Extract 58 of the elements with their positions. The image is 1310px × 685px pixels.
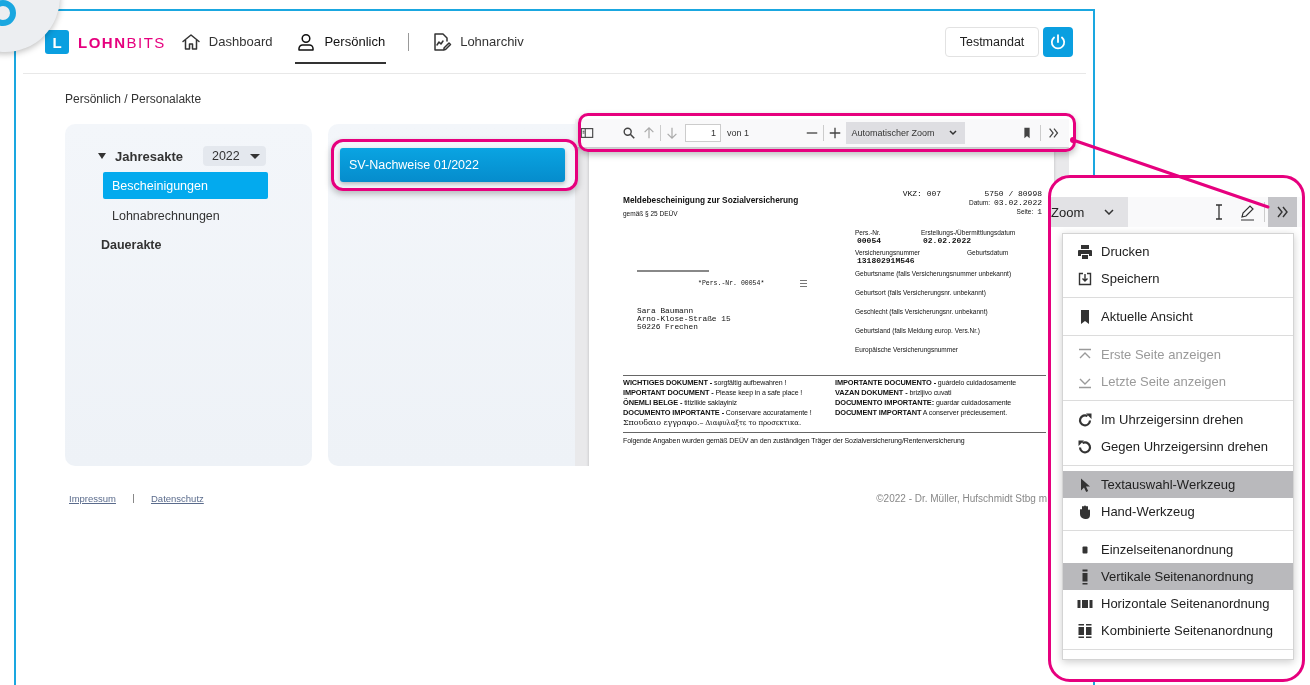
document-pen-icon — [432, 31, 453, 52]
menu-item[interactable]: Drucken — [1063, 238, 1293, 265]
breadcrumb: Persönlich / Personalakte — [65, 92, 203, 108]
page-count: von 1 — [727, 128, 750, 138]
caret-icon — [948, 130, 957, 136]
more-tools-button[interactable] — [1268, 197, 1297, 227]
nav-tab[interactable]: Dashboard — [179, 20, 274, 64]
caret-icon[interactable] — [97, 151, 107, 161]
search-icon[interactable] — [622, 126, 636, 140]
caret-icon — [249, 152, 260, 160]
menu-item[interactable]: Horizontale Seitenanordnung — [1063, 590, 1293, 617]
year-select[interactable]: 2022 — [202, 146, 266, 166]
menu-item[interactable]: Hand-Werkzeug — [1063, 498, 1293, 525]
field-value: 00054 — [856, 236, 882, 245]
menu-item[interactable]: Speichern — [1063, 265, 1293, 292]
menu-item[interactable]: Aktuelle Ansicht — [1063, 303, 1293, 330]
rotate-counterclockwise-icon — [1077, 438, 1093, 455]
sidebar-toggle-icon[interactable] — [580, 126, 594, 140]
user-icon — [296, 31, 317, 52]
nav-tab[interactable]: Lohnarchiv — [431, 20, 525, 64]
rotate-clockwise-icon — [1077, 411, 1093, 428]
zoom-select[interactable]: Automatischer Zoom — [845, 122, 965, 144]
printer-icon — [1077, 243, 1093, 260]
document-title: Meldebescheinigung zur Sozialversicherung — [623, 195, 799, 205]
power-icon — [1049, 33, 1067, 51]
menu-item[interactable]: Textauswahl-Werkzeug — [1063, 471, 1293, 498]
date-value: 03.02.2022 — [994, 199, 1042, 207]
plus-icon[interactable] — [827, 126, 842, 140]
zoom-select[interactable]: Zoom — [1051, 197, 1128, 227]
menu-item[interactable]: Im Uhrzeigersinn drehen — [1063, 406, 1293, 433]
menu-item[interactable]: Vertikale Seitenanordnung — [1063, 563, 1293, 590]
pen-icon[interactable] — [1239, 203, 1256, 221]
menu-item[interactable]: Einzelseitenanordnung — [1063, 536, 1293, 563]
menu-item[interactable]: Gegen Uhrzeigersinn drehen — [1063, 433, 1293, 460]
field-value: 13180291M546 — [857, 256, 915, 265]
reference-number: 5750 / 80998 — [983, 190, 1042, 199]
footer-link[interactable]: Datenschutz — [151, 493, 204, 504]
page-number-field[interactable]: 1 — [685, 124, 721, 142]
menu-item[interactable]: Kombinierte Seitenanordnung — [1063, 617, 1293, 644]
tree-item[interactable]: Lohnabrechnungen — [103, 202, 268, 229]
power-button[interactable] — [1043, 27, 1073, 57]
nav-tab[interactable]: Persönlich — [295, 20, 387, 64]
caret-icon — [1104, 209, 1115, 215]
footer-link[interactable]: Impressum — [69, 493, 116, 504]
field-value: 02.02.2022 — [923, 236, 971, 245]
double-chevron-icon — [1275, 204, 1290, 220]
download-icon — [1077, 270, 1093, 287]
folder-label[interactable]: Dauerakte — [101, 238, 312, 252]
vkz-number: VKZ: 007 — [902, 190, 942, 199]
client-button[interactable]: Testmandat — [945, 27, 1039, 57]
combined-pages-icon — [1077, 622, 1093, 639]
brand-name: LOHNBITS — [78, 33, 166, 51]
double-chevron-icon[interactable] — [1047, 126, 1061, 140]
copyright-text: ©2022 - Dr. Müller, Hufschmidt Stbg m — [876, 493, 1047, 504]
home-icon — [180, 31, 201, 52]
folder-label: Jahresakte — [115, 148, 183, 164]
hand-icon — [1077, 503, 1093, 520]
page-value: 1 — [1037, 208, 1042, 216]
